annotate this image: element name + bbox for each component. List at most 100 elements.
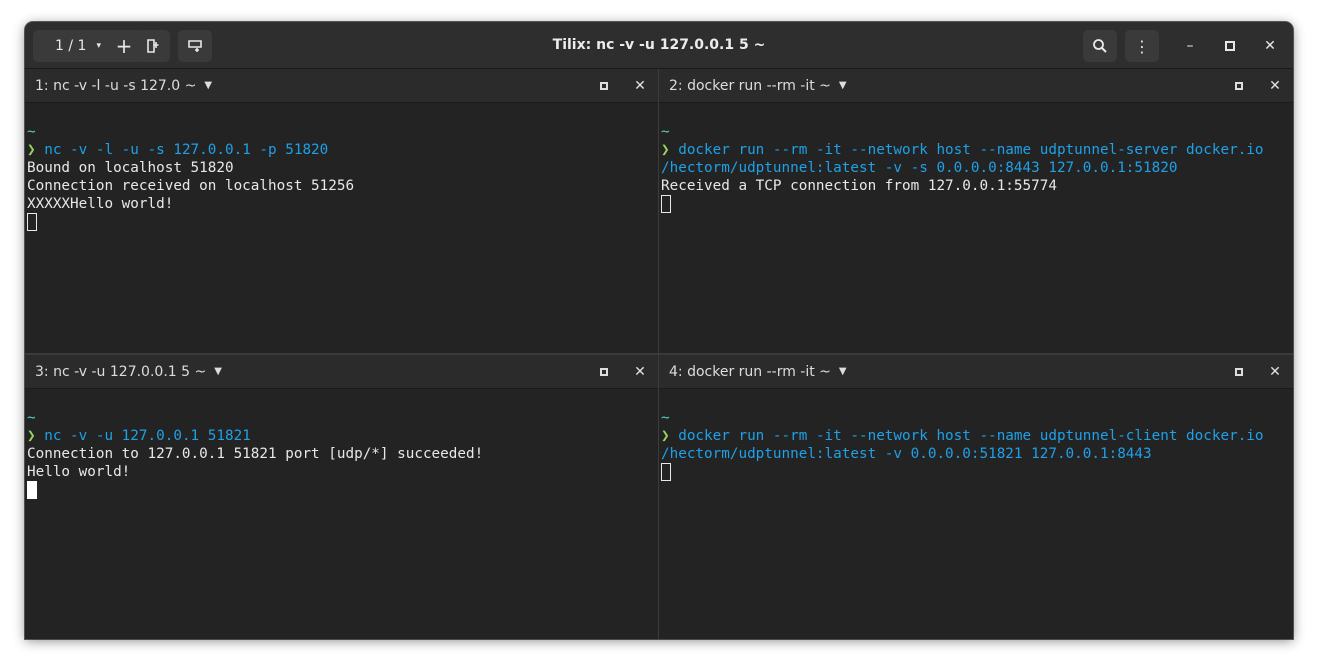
- command-text: nc -v -l -u -s 127.0.0.1 -p 51820: [44, 142, 329, 158]
- terminal-line: /hectorm/udptunnel:latest -v 0.0.0.0:518…: [661, 445, 1293, 463]
- chevron-down-icon[interactable]: ▼: [839, 80, 847, 91]
- cursor-line: [661, 463, 1293, 481]
- command-text: docker run --rm -it --network host --nam…: [678, 142, 1264, 158]
- terminal-pane-1[interactable]: 1: nc -v -l -u -s 127.0 ~ ▼ ✕ ~ ❯ nc -v -…: [25, 69, 658, 353]
- terminal-line: Received a TCP connection from 127.0.0.1…: [661, 177, 1293, 195]
- search-button[interactable]: [1083, 30, 1117, 62]
- terminal-line: ❯ docker run --rm -it --network host --n…: [661, 141, 1293, 159]
- output-text: XXXXXHello world!: [27, 196, 174, 212]
- prompt-symbol: ❯: [661, 428, 679, 444]
- terminal-output[interactable]: ~ ❯ docker run --rm -it --network host --…: [661, 123, 1293, 213]
- split-right-icon: [147, 39, 159, 53]
- prompt-symbol: ❯: [27, 428, 45, 444]
- cursor-line: [27, 481, 658, 499]
- command-text: /hectorm/udptunnel:latest -v 0.0.0.0:518…: [661, 446, 1152, 462]
- cursor-line: [27, 213, 658, 231]
- output-text: Connection received on localhost 51256: [27, 178, 355, 194]
- close-button[interactable]: ✕: [1258, 34, 1282, 58]
- pane-title: 1: nc -v -l -u -s 127.0 ~: [35, 77, 197, 94]
- prompt-cwd: ~: [27, 124, 36, 140]
- pane-title-bar[interactable]: 1: nc -v -l -u -s 127.0 ~ ▼ ✕: [25, 69, 658, 103]
- menu-button[interactable]: ⋮: [1125, 30, 1159, 62]
- chevron-down-icon[interactable]: ▼: [214, 366, 222, 377]
- maximize-pane-button[interactable]: [596, 364, 612, 380]
- close-icon: ✕: [1269, 364, 1281, 380]
- terminal-line: /hectorm/udptunnel:latest -v -s 0.0.0.0:…: [661, 159, 1293, 177]
- minimize-button[interactable]: –: [1178, 34, 1202, 58]
- terminal-line: ❯ nc -v -l -u -s 127.0.0.1 -p 51820: [27, 141, 658, 159]
- terminal-line: ~: [661, 123, 1293, 141]
- terminal-line: Hello world!: [27, 463, 658, 481]
- prompt-cwd: ~: [27, 410, 36, 426]
- chevron-down-icon[interactable]: ▼: [839, 366, 847, 377]
- split-right-button[interactable]: [136, 30, 170, 62]
- maximize-pane-button[interactable]: [1231, 78, 1247, 94]
- terminal-pane-2[interactable]: 2: docker run --rm -it ~ ▼ ✕ ~ ❯ docker r…: [659, 69, 1293, 353]
- terminal-line: ~: [27, 123, 658, 141]
- terminal-output[interactable]: ~ ❯ docker run --rm -it --network host --…: [661, 409, 1293, 481]
- prompt-symbol: ❯: [27, 142, 45, 158]
- pane-title: 4: docker run --rm -it ~: [669, 363, 831, 380]
- output-text: Bound on localhost 51820: [27, 160, 234, 176]
- close-pane-button[interactable]: ✕: [632, 76, 648, 96]
- terminal-line: ~: [27, 409, 658, 427]
- maximize-pane-button[interactable]: [1231, 364, 1247, 380]
- prompt-cwd: ~: [661, 410, 670, 426]
- terminal-line: Bound on localhost 51820: [27, 159, 658, 177]
- minimize-icon: –: [1186, 38, 1194, 54]
- prompt-symbol: ❯: [661, 142, 679, 158]
- header-bar: 1 / 1 ▾ + Tilix: nc -v -u 127.0.0.1 5 ~: [25, 22, 1293, 69]
- session-label: 1 / 1: [55, 38, 87, 54]
- maximize-pane-button[interactable]: [596, 78, 612, 94]
- pane-title: 2: docker run --rm -it ~: [669, 77, 831, 94]
- output-text: Connection to 127.0.0.1 51821 port [udp/…: [27, 446, 484, 462]
- terminal-cursor: [27, 213, 37, 231]
- close-icon: ✕: [1264, 38, 1276, 54]
- search-icon: [1093, 39, 1107, 53]
- terminal-line: Connection to 127.0.0.1 51821 port [udp/…: [27, 445, 658, 463]
- maximize-icon: [1225, 41, 1235, 51]
- terminal-pane-3[interactable]: 3: nc -v -u 127.0.0.1 5 ~ ▼ ✕ ~ ❯ nc -v -…: [25, 355, 658, 639]
- command-text: /hectorm/udptunnel:latest -v -s 0.0.0.0:…: [661, 160, 1178, 176]
- terminal-line: ❯ nc -v -u 127.0.0.1 51821: [27, 427, 658, 445]
- pane-title-bar[interactable]: 3: nc -v -u 127.0.0.1 5 ~ ▼ ✕: [25, 355, 658, 389]
- terminal-line: Connection received on localhost 51256: [27, 177, 658, 195]
- close-pane-button[interactable]: ✕: [1267, 76, 1283, 96]
- kebab-menu-icon: ⋮: [1134, 36, 1150, 56]
- close-pane-button[interactable]: ✕: [1267, 362, 1283, 382]
- terminal-line: ~: [661, 409, 1293, 427]
- terminal-line: ❯ docker run --rm -it --network host --n…: [661, 427, 1293, 445]
- close-icon: ✕: [634, 364, 646, 380]
- terminal-cursor: [27, 481, 37, 499]
- terminal-output[interactable]: ~ ❯ nc -v -u 127.0.0.1 51821 Connection to…: [27, 409, 658, 499]
- pane-divider-horizontal[interactable]: [25, 353, 1293, 355]
- close-icon: ✕: [1269, 78, 1281, 94]
- plus-icon: +: [115, 34, 133, 58]
- maximize-button[interactable]: [1218, 34, 1242, 58]
- command-text: docker run --rm -it --network host --nam…: [678, 428, 1264, 444]
- terminal-window: 1 / 1 ▾ + Tilix: nc -v -u 127.0.0.1 5 ~: [25, 22, 1293, 639]
- pane-title-bar[interactable]: 2: docker run --rm -it ~ ▼ ✕: [659, 69, 1293, 103]
- chevron-down-icon: ▾: [96, 41, 101, 51]
- split-down-button[interactable]: [178, 30, 212, 62]
- terminal-pane-4[interactable]: 4: docker run --rm -it ~ ▼ ✕ ~ ❯ docker r…: [659, 355, 1293, 639]
- chevron-down-icon[interactable]: ▼: [204, 80, 212, 91]
- close-icon: ✕: [634, 78, 646, 94]
- terminal-line: XXXXXHello world!: [27, 195, 658, 213]
- terminal-cursor: [661, 463, 671, 481]
- close-pane-button[interactable]: ✕: [632, 362, 648, 382]
- output-text: Hello world!: [27, 464, 131, 480]
- maximize-icon: [600, 82, 608, 90]
- split-down-icon: [188, 40, 202, 52]
- command-text: nc -v -u 127.0.0.1 51821: [44, 428, 251, 444]
- maximize-icon: [600, 368, 608, 376]
- terminal-cursor: [661, 195, 671, 213]
- prompt-cwd: ~: [661, 124, 670, 140]
- maximize-icon: [1235, 368, 1243, 376]
- maximize-icon: [1235, 82, 1243, 90]
- pane-title: 3: nc -v -u 127.0.0.1 5 ~: [35, 363, 207, 380]
- cursor-line: [661, 195, 1293, 213]
- terminal-output[interactable]: ~ ❯ nc -v -l -u -s 127.0.0.1 -p 51820 Boun…: [27, 123, 658, 231]
- pane-title-bar[interactable]: 4: docker run --rm -it ~ ▼ ✕: [659, 355, 1293, 389]
- output-text: Received a TCP connection from 127.0.0.1…: [661, 178, 1057, 194]
